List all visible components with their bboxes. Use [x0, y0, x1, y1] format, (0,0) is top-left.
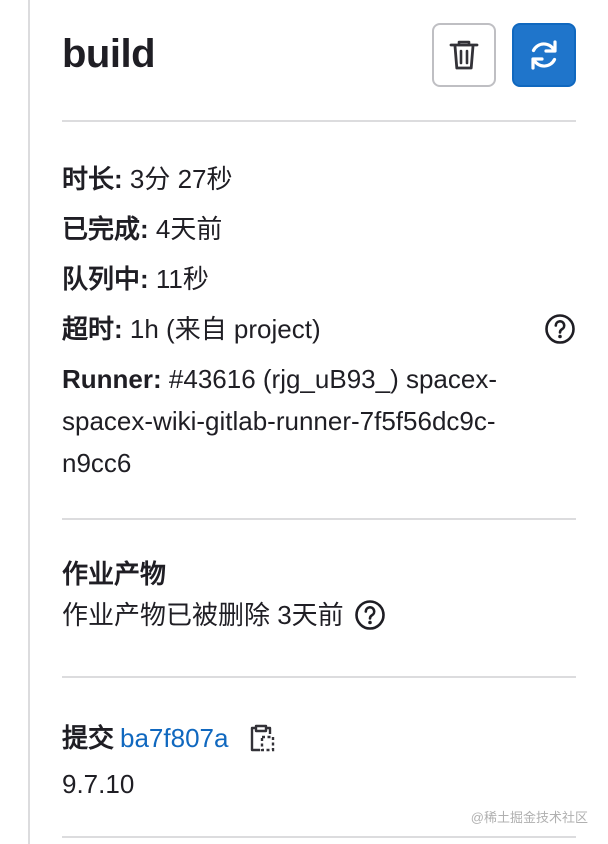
- queued-label: 队列中:: [62, 264, 149, 294]
- job-sidebar-page: build 时长: 3分 27秒 已完成: 4天前 队列中: 11秒 超时: 1…: [0, 0, 608, 844]
- duration-value: 3分 27秒: [122, 164, 233, 194]
- runner-label: Runner:: [62, 364, 162, 394]
- queued-row: 队列中: 11秒: [62, 254, 576, 304]
- retry-icon: [531, 40, 557, 70]
- watermark: @稀土掘金技术社区: [470, 810, 588, 825]
- sidebar-left-border: [28, 0, 30, 844]
- finished-label: 已完成:: [62, 214, 149, 244]
- timeout-row: 超时: 1h (来自 project): [62, 304, 576, 354]
- trash-icon: [449, 40, 479, 70]
- job-header: build: [62, 0, 576, 120]
- job-sidebar: build 时长: 3分 27秒 已完成: 4天前 队列中: 11秒 超时: 1…: [62, 0, 576, 838]
- artifacts-title: 作业产物: [62, 559, 167, 589]
- commit-label: 提交: [62, 723, 115, 753]
- commit-sha-link[interactable]: ba7f807a: [120, 716, 228, 760]
- question-circle-icon[interactable]: [354, 599, 386, 631]
- job-details: 时长: 3分 27秒 已完成: 4天前 队列中: 11秒 超时: 1h (来自 …: [62, 122, 576, 518]
- artifacts-section: 作业产物 作业产物已被删除 3天前: [62, 520, 576, 676]
- finished-row: 已完成: 4天前: [62, 204, 576, 254]
- divider: [62, 836, 576, 838]
- erase-job-button[interactable]: [432, 23, 496, 87]
- retry-job-button[interactable]: [512, 23, 576, 87]
- queued-value: 11秒: [148, 264, 209, 294]
- job-title: build: [62, 32, 156, 76]
- runner-row: Runner: #43616 (rjg_uB93_) spacex-spacex…: [62, 354, 562, 484]
- copy-to-clipboard-icon[interactable]: [246, 722, 276, 754]
- commit-message: 9.7.10: [62, 769, 135, 799]
- artifacts-message-row: 作业产物已被删除 3天前: [62, 594, 576, 636]
- commit-line: 提交 ba7f807a: [62, 716, 576, 760]
- question-circle-icon[interactable]: [544, 313, 576, 345]
- finished-value: 4天前: [148, 214, 223, 244]
- artifacts-message: 作业产物已被删除 3天前: [62, 600, 344, 630]
- timeout-value: 1h (来自 project): [122, 314, 321, 344]
- timeout-label: 超时:: [62, 314, 123, 344]
- duration-label: 时长:: [62, 164, 123, 194]
- duration-row: 时长: 3分 27秒: [62, 154, 576, 204]
